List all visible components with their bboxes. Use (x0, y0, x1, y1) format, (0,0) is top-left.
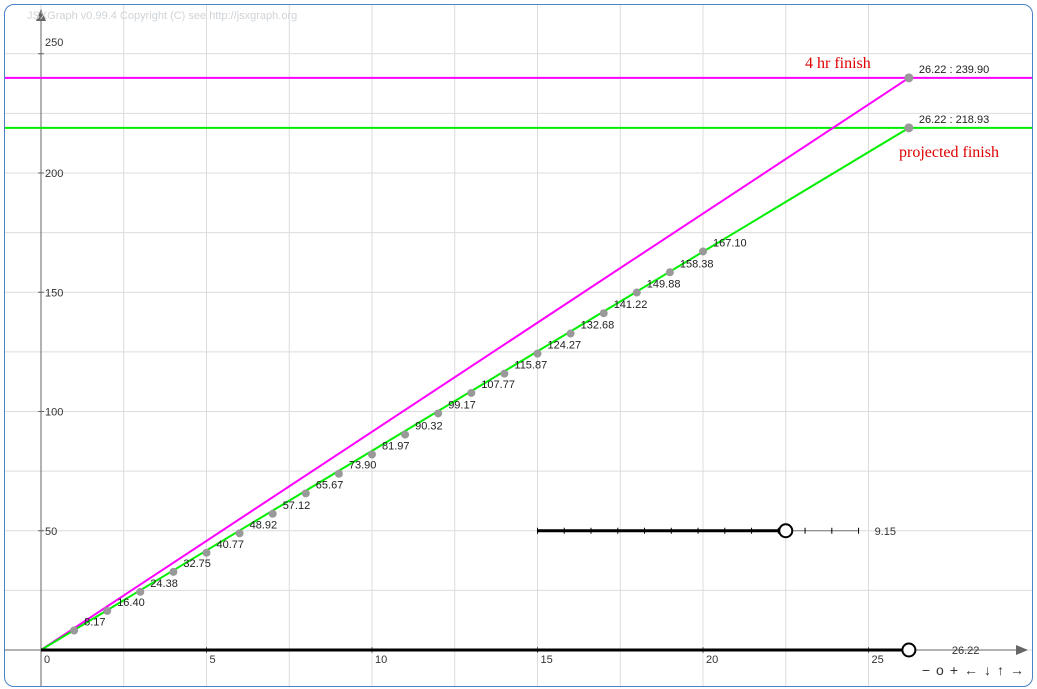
split-point[interactable] (368, 450, 376, 459)
split-label: 32.75 (183, 558, 211, 570)
split-point[interactable] (268, 509, 277, 518)
split-label: 141.22 (614, 299, 648, 311)
split-label: 48.92 (250, 519, 278, 531)
split-point[interactable] (434, 409, 443, 418)
split-label: 149.88 (647, 279, 681, 291)
jsxgraph-board[interactable]: 0 5 10 15 20 25 50 100 150 200 250 9.15 26.22 8.17 1… (4, 4, 1033, 687)
zoom-in-button[interactable]: + (950, 662, 958, 678)
target-endpoint-label: 26.22 : 239.90 (919, 64, 989, 76)
copyright-text: JSXGraph v0.99.4 Copyright (C) see http:… (27, 10, 298, 22)
x-tick-label: 20 (706, 654, 718, 666)
split-label: 40.77 (217, 539, 245, 551)
split-label: 65.67 (316, 479, 344, 491)
projected-endpoint[interactable] (904, 123, 914, 133)
split-point[interactable] (334, 469, 343, 478)
split-label: 158.38 (680, 258, 714, 270)
split-point[interactable] (202, 548, 211, 557)
split-label: 81.97 (382, 441, 410, 453)
y-tick-label: 150 (45, 287, 63, 299)
chart[interactable]: 0 5 10 15 20 25 50 100 150 200 250 9.15 26.22 8.17 1… (5, 5, 1032, 686)
x-tick-label: 5 (210, 654, 216, 666)
target-endpoint[interactable] (904, 73, 914, 83)
y-tick-label: 100 (45, 407, 63, 419)
split-label: 57.12 (283, 500, 311, 512)
y-tick-label: 50 (45, 526, 57, 538)
split-point[interactable] (136, 587, 145, 596)
distance-slider-handle[interactable] (901, 642, 917, 658)
x-tick-label: 25 (872, 654, 884, 666)
y-tick-label: 200 (45, 168, 63, 180)
labels: 8.17 16.40 24.38 32.75 40.77 48.92 57.12 65.67 7… (84, 55, 999, 629)
pan-down-button[interactable]: ↓ (984, 662, 991, 678)
split-label: 124.27 (548, 340, 582, 352)
split-label: 73.90 (349, 460, 377, 472)
split-point[interactable] (665, 268, 674, 277)
target-annotation: 4 hr finish (805, 55, 871, 72)
zoom-reset-button[interactable]: o (936, 662, 944, 678)
x-tick-label: 10 (375, 654, 387, 666)
split-point[interactable] (401, 430, 410, 439)
pan-right-button[interactable]: → (1010, 662, 1024, 678)
split-point[interactable] (301, 489, 310, 498)
split-point[interactable] (103, 606, 112, 615)
split-label: 132.68 (581, 320, 615, 332)
split-label: 115.87 (514, 360, 547, 372)
split-label: 24.38 (150, 578, 178, 590)
split-point[interactable] (169, 567, 178, 576)
target-pace-line (40, 77, 910, 651)
pace-slider-value: 9.15 (875, 526, 896, 538)
projected-endpoint-label: 26.22 : 218.93 (919, 114, 989, 126)
split-point[interactable] (699, 247, 707, 256)
pace-slider-handle[interactable] (778, 523, 794, 539)
split-label: 16.40 (117, 597, 145, 609)
split-label: 8.17 (84, 617, 105, 629)
pan-left-button[interactable]: ← (964, 662, 978, 678)
split-point[interactable] (500, 369, 509, 378)
split-point[interactable] (235, 529, 244, 538)
zoom-out-button[interactable]: − (922, 662, 930, 678)
split-label: 107.77 (481, 379, 515, 391)
distance-slider-value: 26.22 (952, 645, 980, 657)
x-tick-label: 15 (541, 654, 553, 666)
split-point[interactable] (533, 349, 542, 358)
split-point[interactable] (566, 329, 575, 338)
split-label: 167.10 (713, 237, 747, 249)
x-tick-label: 0 (44, 654, 50, 666)
navigation-bar[interactable]: − o + ← ↓ ↑ → (922, 662, 1024, 678)
split-point[interactable] (599, 309, 608, 318)
split-label: 90.32 (415, 421, 443, 433)
projected-annotation: projected finish (899, 144, 999, 161)
pan-up-button[interactable]: ↑ (997, 662, 1004, 678)
split-label: 99.17 (448, 399, 476, 411)
split-point[interactable] (70, 626, 79, 635)
split-point[interactable] (632, 288, 641, 297)
y-tick-label: 250 (45, 37, 63, 49)
x-axis-arrow (1016, 645, 1028, 655)
split-point[interactable] (467, 388, 476, 397)
